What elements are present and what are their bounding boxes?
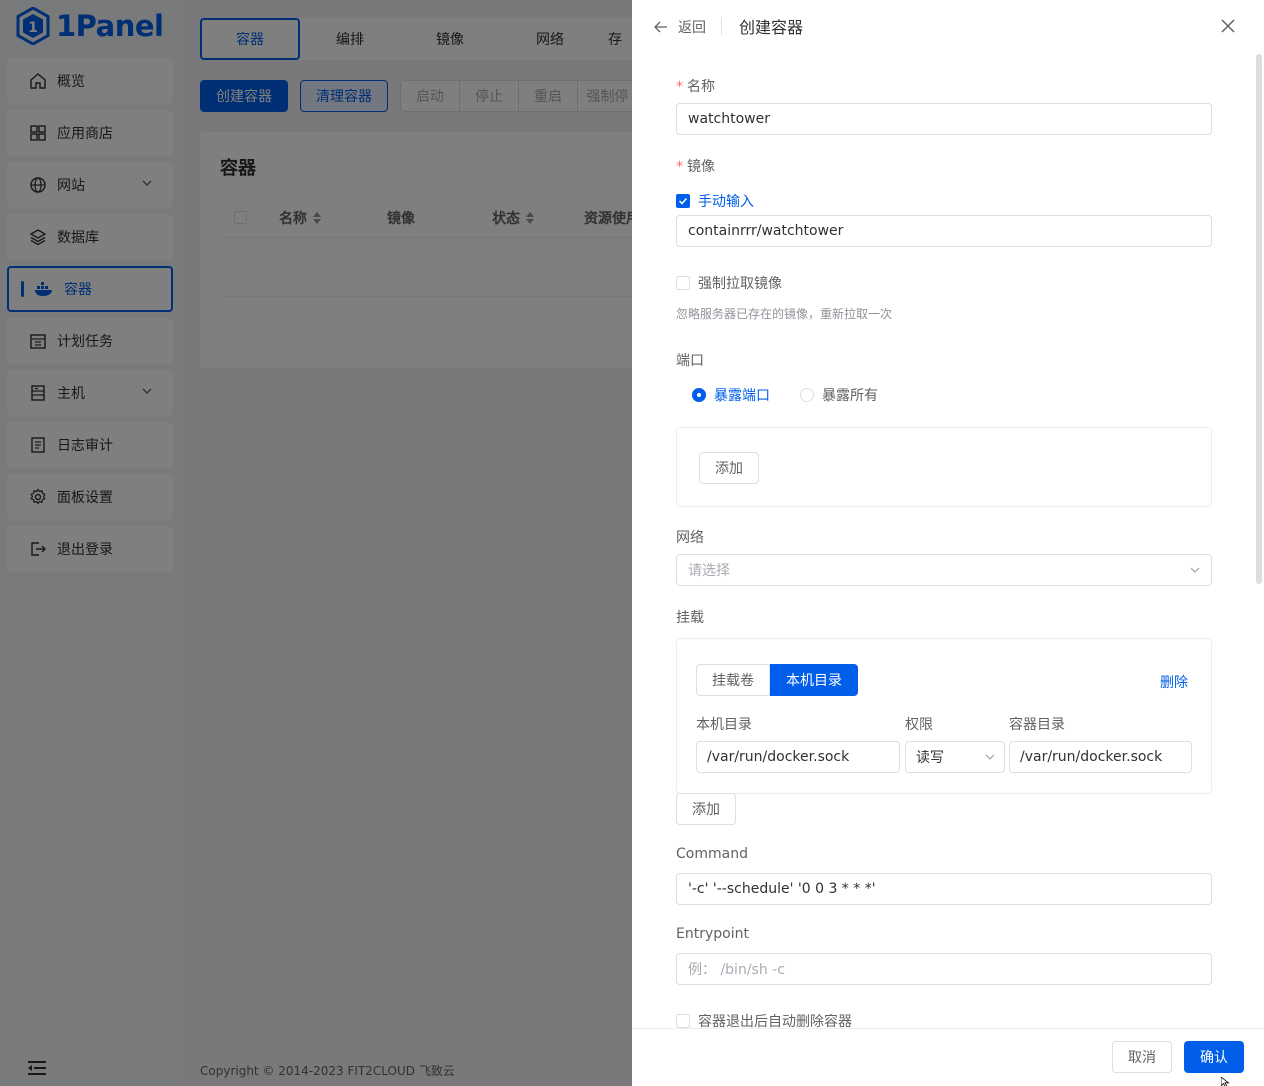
network-label: 网络: [676, 530, 704, 546]
check-icon: [678, 197, 688, 205]
manual-input-label: 手动输入: [698, 194, 754, 210]
permission-select[interactable]: 读写: [905, 741, 1005, 773]
checkbox-box: [676, 1014, 690, 1028]
tab-host-dir[interactable]: 本机目录: [770, 664, 858, 696]
delete-mount-button[interactable]: 删除: [1160, 672, 1188, 692]
required-mark: *: [676, 159, 683, 175]
command-label: Command: [676, 846, 748, 862]
back-button[interactable]: 返回: [654, 17, 706, 37]
name-label: * 名称: [676, 79, 715, 95]
container-dir-input[interactable]: /var/run/docker.sock: [1009, 741, 1192, 773]
container-dir-col-label: 容器目录: [1009, 717, 1065, 733]
network-select[interactable]: 请选择: [676, 554, 1212, 586]
expose-port-radio[interactable]: 暴露端口: [692, 385, 770, 405]
network-placeholder: 请选择: [688, 563, 730, 579]
chevron-down-icon: [1190, 567, 1200, 573]
port-list-box: 添加: [676, 427, 1212, 507]
command-input[interactable]: '-c' '--schedule' '0 0 3 * * *': [676, 873, 1212, 905]
checkbox-box: [676, 276, 690, 290]
permission-col-label: 权限: [905, 717, 933, 733]
manual-input-checkbox[interactable]: 手动输入: [676, 191, 754, 211]
entrypoint-label: Entrypoint: [676, 926, 749, 942]
port-label: 端口: [676, 353, 704, 369]
close-icon[interactable]: [1219, 17, 1237, 35]
required-mark: *: [676, 79, 683, 95]
arrow-left-icon: [654, 21, 667, 33]
cancel-button[interactable]: 取消: [1112, 1041, 1172, 1073]
host-dir-col-label: 本机目录: [696, 717, 752, 733]
checkbox-box: [676, 194, 690, 208]
mount-type-tabs: 挂载卷 本机目录: [696, 664, 858, 696]
force-pull-hint: 忽略服务器已存在的镜像，重新拉取一次: [676, 307, 893, 321]
image-label: * 镜像: [676, 159, 715, 175]
permission-value: 读写: [916, 750, 944, 766]
mouse-cursor-icon: [1221, 1077, 1230, 1086]
host-dir-input[interactable]: /var/run/docker.sock: [696, 741, 900, 773]
confirm-button[interactable]: 确认: [1184, 1041, 1244, 1073]
auto-remove-label: 容器退出后自动删除容器: [698, 1014, 852, 1028]
chevron-down-icon: [985, 754, 995, 760]
back-label: 返回: [678, 20, 706, 36]
port-radio-group: 暴露端口 暴露所有: [692, 385, 908, 405]
tab-volume[interactable]: 挂载卷: [696, 664, 770, 696]
drawer-title: 创建容器: [739, 18, 804, 37]
drawer-header: 返回 创建容器: [632, 0, 1264, 52]
radio-dot: [692, 388, 706, 402]
add-port-button[interactable]: 添加: [699, 452, 759, 484]
entrypoint-input[interactable]: 例： /bin/sh -c: [676, 953, 1212, 985]
radio-dot: [800, 388, 814, 402]
mount-label: 挂载: [676, 610, 704, 626]
drawer-body: * 名称 watchtower * 镜像 手动输入 containrrr/watch…: [632, 52, 1264, 1028]
image-input[interactable]: containrrr/watchtower: [676, 215, 1212, 247]
auto-remove-checkbox[interactable]: 容器退出后自动删除容器: [676, 1011, 852, 1028]
name-input[interactable]: watchtower: [676, 103, 1212, 135]
create-container-drawer: 返回 创建容器 * 名称 watchtower * 镜像 手动输入 containr…: [632, 0, 1264, 1086]
expose-all-radio[interactable]: 暴露所有: [800, 385, 878, 405]
header-divider: [721, 17, 722, 35]
add-mount-button[interactable]: 添加: [676, 793, 736, 825]
force-pull-checkbox[interactable]: 强制拉取镜像: [676, 273, 782, 293]
drawer-footer: 取消 确认: [632, 1028, 1264, 1086]
force-pull-label: 强制拉取镜像: [698, 276, 782, 292]
